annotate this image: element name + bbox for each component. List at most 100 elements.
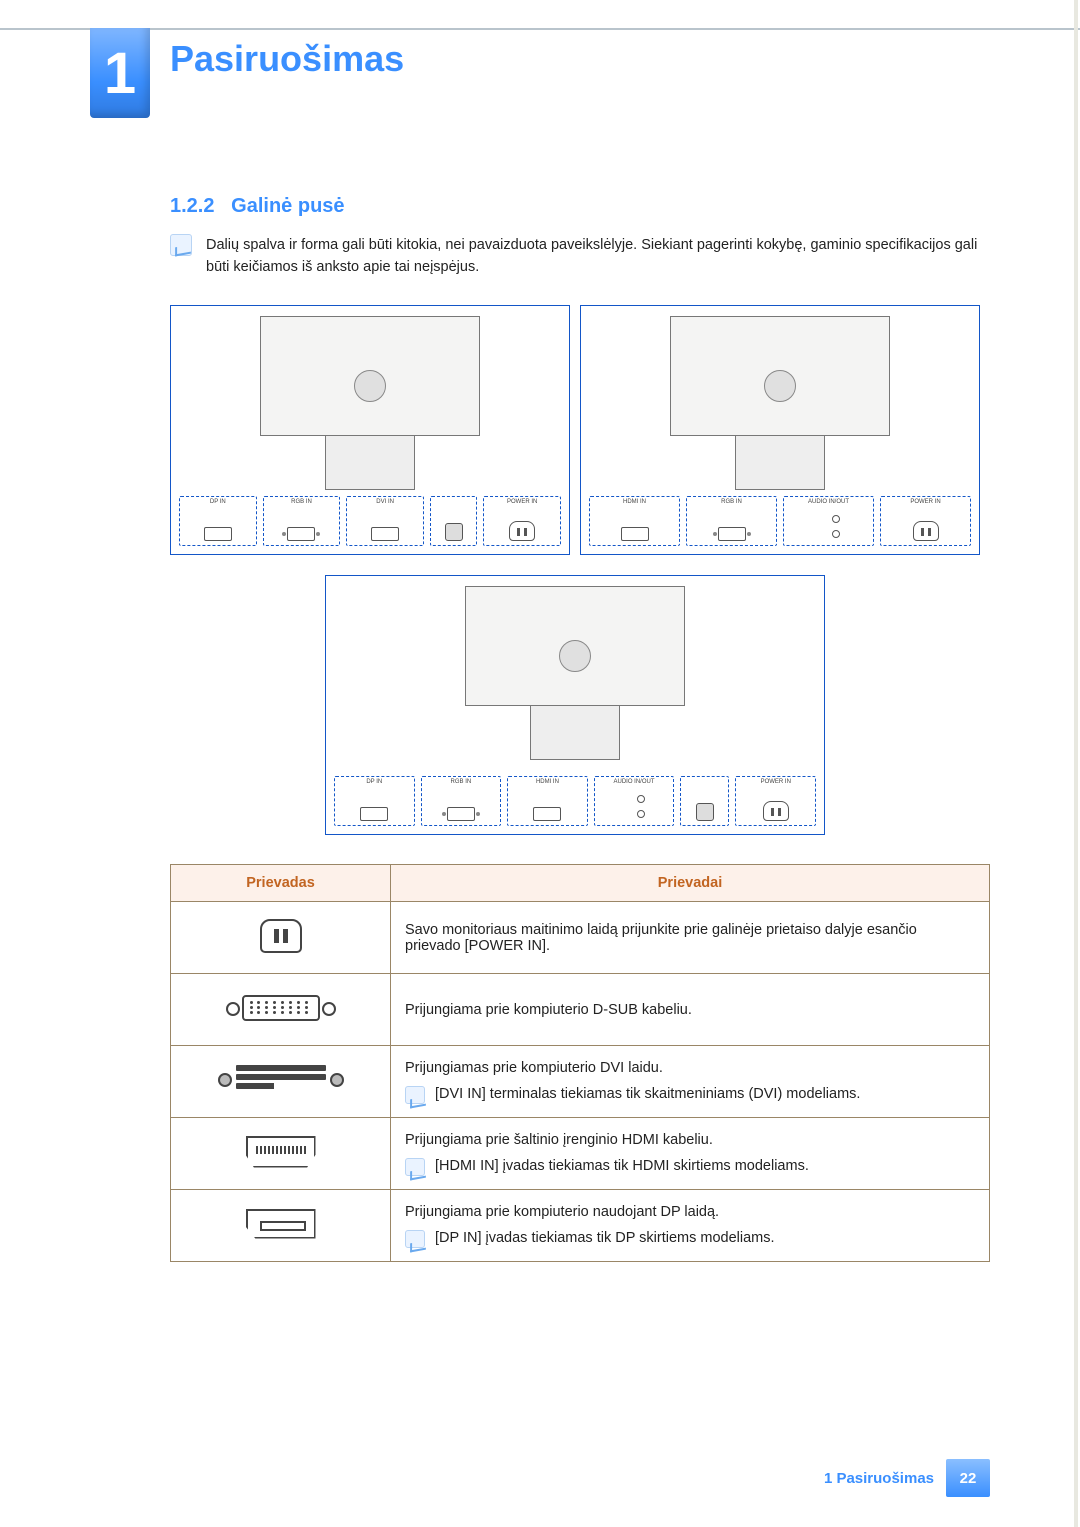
hdmi-connector-icon	[246, 1136, 316, 1168]
port-dp-in: DP IN	[179, 496, 257, 546]
port-label: AUDIO IN/OUT	[784, 499, 873, 505]
port-desc: Prijungiamas prie kompiuterio DVI laidu.	[405, 1060, 975, 1076]
port-label: HDMI IN	[508, 779, 587, 785]
vga-connector-icon	[242, 995, 320, 1021]
port-desc-cell: Prijungiamas prie kompiuterio DVI laidu.…	[391, 1046, 990, 1118]
intro-note-text: Dalių spalva ir forma gali būti kitokia,…	[206, 234, 990, 279]
port-power-in: POWER IN	[880, 496, 971, 546]
page-footer: 1 Pasiruošimas 22	[824, 1459, 990, 1497]
port-label: RGB IN	[264, 499, 340, 505]
dp-port-icon	[360, 807, 388, 821]
monitor-diagram-1: DP IN RGB IN DVI IN POWER IN	[170, 305, 570, 555]
port-hdmi-in: HDMI IN	[589, 496, 680, 546]
port-rgb-in: RGB IN	[263, 496, 341, 546]
vga-port-icon	[718, 527, 746, 541]
table-header-left: Prievadas	[171, 865, 391, 902]
section-heading: 1.2.2 Galinė pusė	[170, 195, 345, 218]
page-right-edge	[1074, 0, 1078, 1527]
port-dvi-in: DVI IN	[346, 496, 424, 546]
port-audio-inout: AUDIO IN/OUT	[783, 496, 874, 546]
diagram-area: DP IN RGB IN DVI IN POWER IN HDMI IN RGB…	[170, 305, 990, 855]
port-strip-3: DP IN RGB IN HDMI IN AUDIO IN/OUT POWER …	[334, 776, 816, 826]
table-row: Prijungiama prie kompiuterio D-SUB kabel…	[171, 974, 990, 1046]
port-dp-in: DP IN	[334, 776, 415, 826]
port-note-text: [DP IN] įvadas tiekiamas tik DP skirtiem…	[435, 1230, 775, 1248]
port-audio-inout: AUDIO IN/OUT	[594, 776, 675, 826]
port-label: RGB IN	[422, 779, 501, 785]
monitor-diagram-2: HDMI IN RGB IN AUDIO IN/OUT POWER IN	[580, 305, 980, 555]
port-icon-cell	[171, 974, 391, 1046]
port-desc-cell: Prijungiama prie kompiuterio naudojant D…	[391, 1190, 990, 1262]
port-label: RGB IN	[687, 499, 776, 505]
power-port-icon	[763, 801, 789, 821]
hdmi-port-icon	[533, 807, 561, 821]
chapter-number-tab: 1	[90, 28, 150, 118]
table-row: Prijungiamas prie kompiuterio DVI laidu.…	[171, 1046, 990, 1118]
dp-connector-icon	[246, 1209, 316, 1239]
port-note: [DP IN] įvadas tiekiamas tik DP skirtiem…	[405, 1230, 975, 1248]
button-icon	[445, 523, 463, 541]
port-button	[680, 776, 729, 826]
page-number: 22	[946, 1459, 990, 1497]
top-rule	[0, 28, 1080, 30]
monitor-pivot	[354, 370, 386, 402]
monitor-pivot	[764, 370, 796, 402]
table-row: Savo monitoriaus maitinimo laidą prijunk…	[171, 902, 990, 974]
section-title: Galinė pusė	[231, 195, 344, 217]
note-icon	[405, 1230, 425, 1248]
audio-port-icon	[623, 791, 645, 821]
port-desc: Prijungiama prie šaltinio įrenginio HDMI…	[405, 1132, 975, 1148]
table-header-row: Prievadas Prievadai	[171, 865, 990, 902]
power-connector-icon	[260, 919, 302, 953]
port-strip-2: HDMI IN RGB IN AUDIO IN/OUT POWER IN	[589, 496, 971, 546]
chapter-title: Pasiruošimas	[170, 38, 404, 80]
vga-port-icon	[287, 527, 315, 541]
table-row: Prijungiama prie šaltinio įrenginio HDMI…	[171, 1118, 990, 1190]
vga-port-icon	[447, 807, 475, 821]
monitor-stand	[325, 436, 415, 490]
port-rgb-in: RGB IN	[421, 776, 502, 826]
note-icon	[405, 1158, 425, 1176]
port-icon-cell	[171, 1190, 391, 1262]
port-icon-cell	[171, 1046, 391, 1118]
port-hdmi-in: HDMI IN	[507, 776, 588, 826]
note-icon	[405, 1086, 425, 1104]
dvi-port-icon	[371, 527, 399, 541]
port-label: POWER IN	[736, 779, 815, 785]
port-icon-cell	[171, 902, 391, 974]
port-label: HDMI IN	[590, 499, 679, 505]
port-note: [DVI IN] terminalas tiekiamas tik skaitm…	[405, 1086, 975, 1104]
section-number: 1.2.2	[170, 195, 214, 217]
port-note-text: [HDMI IN] įvadas tiekiamas tik HDMI skir…	[435, 1158, 809, 1176]
port-table: Prievadas Prievadai Savo monitoriaus mai…	[170, 864, 990, 1262]
audio-port-icon	[818, 511, 840, 541]
port-label: DP IN	[335, 779, 414, 785]
intro-note-row: Dalių spalva ir forma gali būti kitokia,…	[170, 234, 990, 279]
monitor-stand	[735, 436, 825, 490]
dvi-connector-icon	[236, 1063, 326, 1097]
note-icon	[170, 234, 192, 256]
port-desc-cell: Prijungiama prie šaltinio įrenginio HDMI…	[391, 1118, 990, 1190]
port-power-in: POWER IN	[483, 496, 561, 546]
dp-port-icon	[204, 527, 232, 541]
port-desc: Savo monitoriaus maitinimo laidą prijunk…	[405, 922, 975, 954]
port-power-in: POWER IN	[735, 776, 816, 826]
table-header-right: Prievadai	[391, 865, 990, 902]
monitor-pivot	[559, 640, 591, 672]
port-icon-cell	[171, 1118, 391, 1190]
power-port-icon	[913, 521, 939, 541]
footer-label: 1 Pasiruošimas	[824, 1470, 946, 1487]
port-label: DVI IN	[347, 499, 423, 505]
port-note-text: [DVI IN] terminalas tiekiamas tik skaitm…	[435, 1086, 860, 1104]
port-strip-1: DP IN RGB IN DVI IN POWER IN	[179, 496, 561, 546]
port-desc: Prijungiama prie kompiuterio naudojant D…	[405, 1204, 975, 1220]
power-port-icon	[509, 521, 535, 541]
port-button	[430, 496, 477, 546]
port-desc: Prijungiama prie kompiuterio D-SUB kabel…	[405, 1002, 975, 1018]
button-icon	[696, 803, 714, 821]
port-label: DP IN	[180, 499, 256, 505]
port-label: POWER IN	[484, 499, 560, 505]
port-rgb-in: RGB IN	[686, 496, 777, 546]
port-label: POWER IN	[881, 499, 970, 505]
port-desc-cell: Prijungiama prie kompiuterio D-SUB kabel…	[391, 974, 990, 1046]
